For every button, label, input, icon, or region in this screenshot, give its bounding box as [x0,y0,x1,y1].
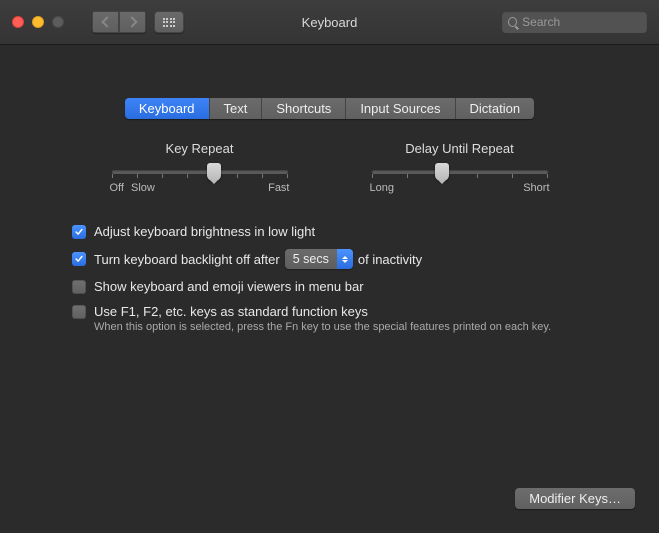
backlight-off-checkbox[interactable] [72,252,86,266]
sliders-row: Key Repeat Off Slow Fast Delay Until Rep… [24,141,635,194]
fn-keys-checkbox[interactable] [72,305,86,319]
delay-until-repeat-slider[interactable] [372,170,548,174]
tab-shortcuts[interactable]: Shortcuts [262,98,346,119]
chevron-left-icon [101,16,112,27]
adjust-brightness-label: Adjust keyboard brightness in low light [94,224,315,239]
backlight-timeout-dropdown[interactable]: 5 secs [285,249,353,269]
show-viewers-label: Show keyboard and emoji viewers in menu … [94,279,364,294]
delay-until-repeat-group: Delay Until Repeat Long Short [370,141,550,194]
titlebar: Keyboard [0,0,659,45]
maximize-window-button [52,16,64,28]
dropdown-arrows-icon [337,249,353,269]
key-repeat-slider[interactable] [112,170,288,174]
tab-row: KeyboardTextShortcutsInput SourcesDictat… [24,98,635,119]
back-button[interactable] [92,11,119,33]
show-viewers-option: Show keyboard and emoji viewers in menu … [72,279,635,294]
backlight-off-option: Turn keyboard backlight off after 5 secs… [72,249,635,269]
adjust-brightness-option: Adjust keyboard brightness in low light [72,224,635,239]
delay-until-repeat-scale: Long Short [370,182,550,194]
key-repeat-group: Key Repeat Off Slow Fast [110,141,290,194]
fn-keys-hint: When this option is selected, press the … [94,321,635,333]
search-field[interactable] [502,11,647,33]
tab-text[interactable]: Text [210,98,263,119]
grid-icon [163,18,176,27]
tab-keyboard[interactable]: Keyboard [125,98,210,119]
show-all-button[interactable] [154,11,184,33]
options-list: Adjust keyboard brightness in low light … [72,224,635,333]
backlight-off-label-pre: Turn keyboard backlight off after [94,252,280,267]
backlight-off-label-post: of inactivity [358,252,422,267]
chevron-right-icon [126,16,137,27]
forward-button[interactable] [119,11,146,33]
tab-dictation[interactable]: Dictation [456,98,535,119]
nav-buttons [92,11,146,33]
window-title: Keyboard [302,15,358,30]
search-icon [508,17,517,27]
adjust-brightness-checkbox[interactable] [72,225,86,239]
key-repeat-label: Key Repeat [110,141,290,156]
delay-until-repeat-thumb[interactable] [435,163,449,181]
minimize-window-button[interactable] [32,16,44,28]
fn-keys-option: Use F1, F2, etc. keys as standard functi… [72,304,635,319]
content-area: KeyboardTextShortcutsInput SourcesDictat… [0,45,659,533]
tab-input-sources[interactable]: Input Sources [346,98,455,119]
close-window-button[interactable] [12,16,24,28]
backlight-timeout-value: 5 secs [285,252,337,266]
key-repeat-thumb[interactable] [207,163,221,181]
window-controls [12,16,64,28]
search-input[interactable] [522,15,641,29]
delay-until-repeat-label: Delay Until Repeat [370,141,550,156]
key-repeat-scale: Off Slow Fast [110,182,290,194]
modifier-keys-button[interactable]: Modifier Keys… [515,488,635,509]
fn-keys-label: Use F1, F2, etc. keys as standard functi… [94,304,368,319]
show-viewers-checkbox[interactable] [72,280,86,294]
